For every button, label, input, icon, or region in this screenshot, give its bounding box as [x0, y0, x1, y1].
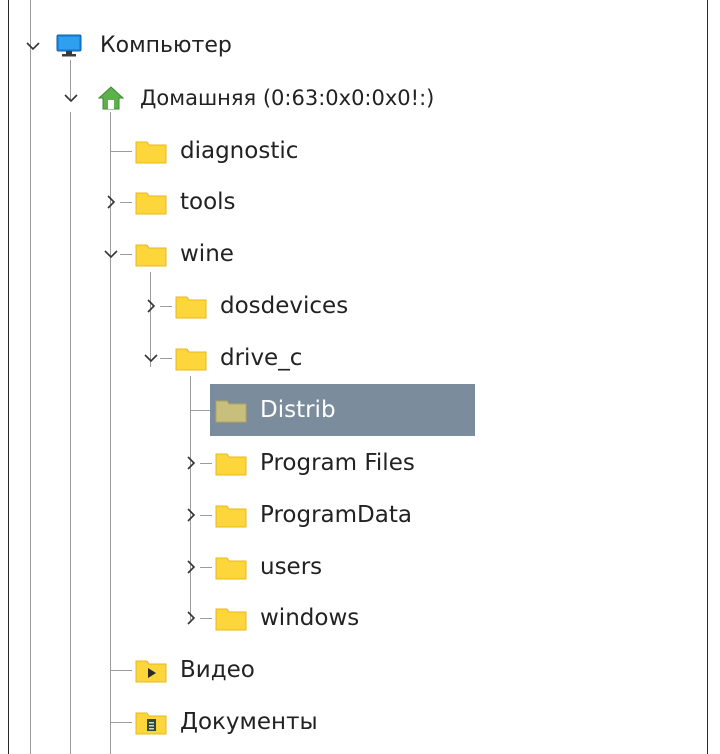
tree-item-label: drive_c — [220, 345, 303, 371]
folder-icon — [215, 449, 247, 481]
tree-item-label: windows — [260, 605, 360, 631]
chevron-down-icon[interactable] — [101, 244, 121, 264]
chevron-right-icon[interactable] — [181, 505, 201, 525]
tree-item-diagnostic[interactable]: diagnostic — [9, 125, 329, 177]
tree-item-wine[interactable]: wine — [9, 228, 329, 280]
tree-item-dosdevices[interactable]: dosdevices — [9, 280, 409, 332]
file-tree-panel: Компьютер Домашняя (0:63:0x0:0x0!:) diag… — [8, 0, 708, 754]
chevron-down-icon[interactable] — [23, 36, 43, 56]
video-folder-icon — [135, 656, 167, 688]
folder-icon — [215, 553, 247, 585]
folder-icon — [175, 344, 207, 376]
tree-item-label: Документы — [180, 709, 318, 735]
tree-item-label: dosdevices — [220, 293, 349, 319]
chevron-right-icon[interactable] — [181, 608, 201, 628]
folder-icon — [215, 396, 247, 428]
chevron-right-icon[interactable] — [181, 557, 201, 577]
tree-item-windows[interactable]: windows — [9, 592, 469, 644]
chevron-right-icon[interactable] — [181, 453, 201, 473]
monitor-icon — [55, 32, 83, 64]
chevron-right-icon[interactable] — [141, 296, 161, 316]
tree-item-computer[interactable]: Компьютер — [9, 20, 309, 72]
home-icon — [97, 84, 125, 116]
tree-item-label: wine — [180, 241, 234, 267]
tree-item-distrib[interactable]: Distrib — [9, 384, 475, 436]
tree-item-label: ProgramData — [260, 502, 412, 528]
tree-item-home[interactable]: Домашняя (0:63:0x0:0x0!:) — [9, 72, 509, 124]
tree-item-label: users — [260, 554, 323, 580]
tree-item-label: tools — [180, 189, 236, 215]
tree-item-video[interactable]: Видео — [9, 644, 329, 696]
folder-icon — [175, 292, 207, 324]
tree-item-label: diagnostic — [180, 138, 299, 164]
tree-item-documents[interactable]: Документы — [9, 696, 349, 748]
folder-tree: Компьютер Домашняя (0:63:0x0:0x0!:) diag… — [9, 0, 707, 754]
tree-item-users[interactable]: users — [9, 541, 469, 593]
tree-item-programdata[interactable]: ProgramData — [9, 489, 469, 541]
tree-item-tools[interactable]: tools — [9, 176, 329, 228]
tree-item-label: Distrib — [260, 397, 336, 423]
folder-icon — [135, 188, 167, 220]
tree-item-label: Компьютер — [100, 33, 232, 58]
folder-icon — [215, 501, 247, 533]
folder-icon — [215, 604, 247, 636]
documents-folder-icon — [135, 708, 167, 740]
folder-icon — [135, 240, 167, 272]
tree-item-label: Видео — [180, 657, 255, 683]
chevron-down-icon[interactable] — [141, 348, 161, 368]
tree-item-program-files[interactable]: Program Files — [9, 437, 469, 489]
tree-item-label: Program Files — [260, 450, 415, 476]
chevron-right-icon[interactable] — [101, 192, 121, 212]
folder-icon — [135, 137, 167, 169]
chevron-down-icon[interactable] — [61, 88, 81, 108]
tree-item-drive-c[interactable]: drive_c — [9, 332, 409, 384]
tree-item-label: Домашняя (0:63:0x0:0x0!:) — [140, 86, 435, 110]
